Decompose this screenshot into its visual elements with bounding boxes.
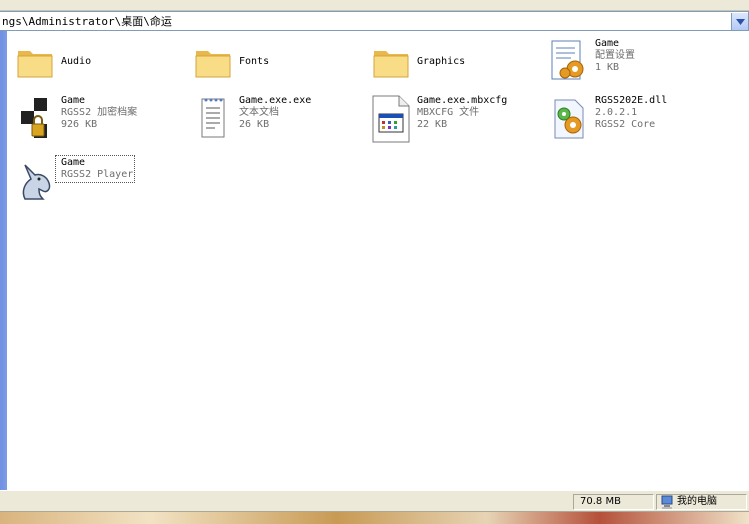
item-name: Fonts	[239, 56, 270, 67]
address-dropdown-button[interactable]	[731, 13, 748, 30]
my-computer-icon	[661, 495, 673, 509]
item-name: Game	[61, 157, 86, 168]
config-settings-icon	[547, 38, 591, 86]
text-document-icon	[191, 95, 235, 143]
list-item-game-config[interactable]: Game 配置设置 1 KB	[547, 38, 635, 90]
file-list-view[interactable]: Audio Fonts Graphics Game 配置设置 1 KB Game…	[7, 31, 749, 490]
desktop-background-strip	[0, 512, 749, 524]
status-bar: 70.8 MB 我的电脑	[0, 490, 749, 512]
item-name: Game.exe.mbxcfg	[417, 95, 508, 106]
encrypted-archive-icon	[13, 95, 57, 143]
item-version: 2.0.2.1	[595, 107, 638, 118]
dll-file-icon	[547, 95, 591, 143]
address-bar[interactable]: ngs\Administrator\桌面\命运	[0, 11, 749, 31]
unicorn-app-icon	[13, 157, 57, 205]
item-name: RGSS202E.dll	[595, 95, 668, 106]
status-zone-label: 我的电脑	[677, 496, 717, 507]
item-description: RGSS2 Core	[595, 119, 656, 130]
item-name: Game	[595, 38, 620, 49]
item-name: Game.exe.exe	[239, 95, 312, 106]
address-path[interactable]: ngs\Administrator\桌面\命运	[0, 13, 172, 29]
item-type: MBXCFG 文件	[417, 107, 480, 118]
list-item-audio[interactable]: Audio	[13, 38, 91, 90]
item-type: 配置设置	[595, 50, 635, 61]
status-size: 70.8 MB	[573, 494, 654, 510]
item-name: Game	[61, 95, 86, 106]
list-item-game-mbxcfg[interactable]: Game.exe.mbxcfg MBXCFG 文件 22 KB	[369, 95, 507, 147]
item-name: Graphics	[417, 56, 466, 67]
list-item-game-player[interactable]: Game RGSS2 Player	[13, 155, 136, 209]
folder-icon	[13, 38, 57, 86]
item-size: 1 KB	[595, 62, 620, 73]
item-description: RGSS2 Player	[61, 169, 134, 180]
window-top-strip	[0, 0, 749, 11]
mbxcfg-file-icon	[369, 95, 413, 143]
item-name: Audio	[61, 56, 92, 67]
item-type: 文本文档	[239, 107, 279, 118]
list-item-game-archive[interactable]: Game RGSS2 加密档案 926 KB	[13, 95, 137, 147]
folder-icon	[369, 38, 413, 86]
list-item-rgss-dll[interactable]: RGSS202E.dll 2.0.2.1 RGSS2 Core	[547, 95, 667, 147]
item-type: RGSS2 加密档案	[61, 107, 138, 118]
list-item-fonts[interactable]: Fonts	[191, 38, 269, 90]
chevron-down-icon	[735, 18, 745, 25]
item-size: 22 KB	[417, 119, 448, 130]
status-zone: 我的电脑	[656, 494, 747, 510]
folder-icon	[191, 38, 235, 86]
item-size: 926 KB	[61, 119, 98, 130]
task-pane-edge	[0, 31, 7, 490]
list-item-graphics[interactable]: Graphics	[369, 38, 465, 90]
item-size: 26 KB	[239, 119, 270, 130]
list-item-game-exe-exe[interactable]: Game.exe.exe 文本文档 26 KB	[191, 95, 311, 147]
